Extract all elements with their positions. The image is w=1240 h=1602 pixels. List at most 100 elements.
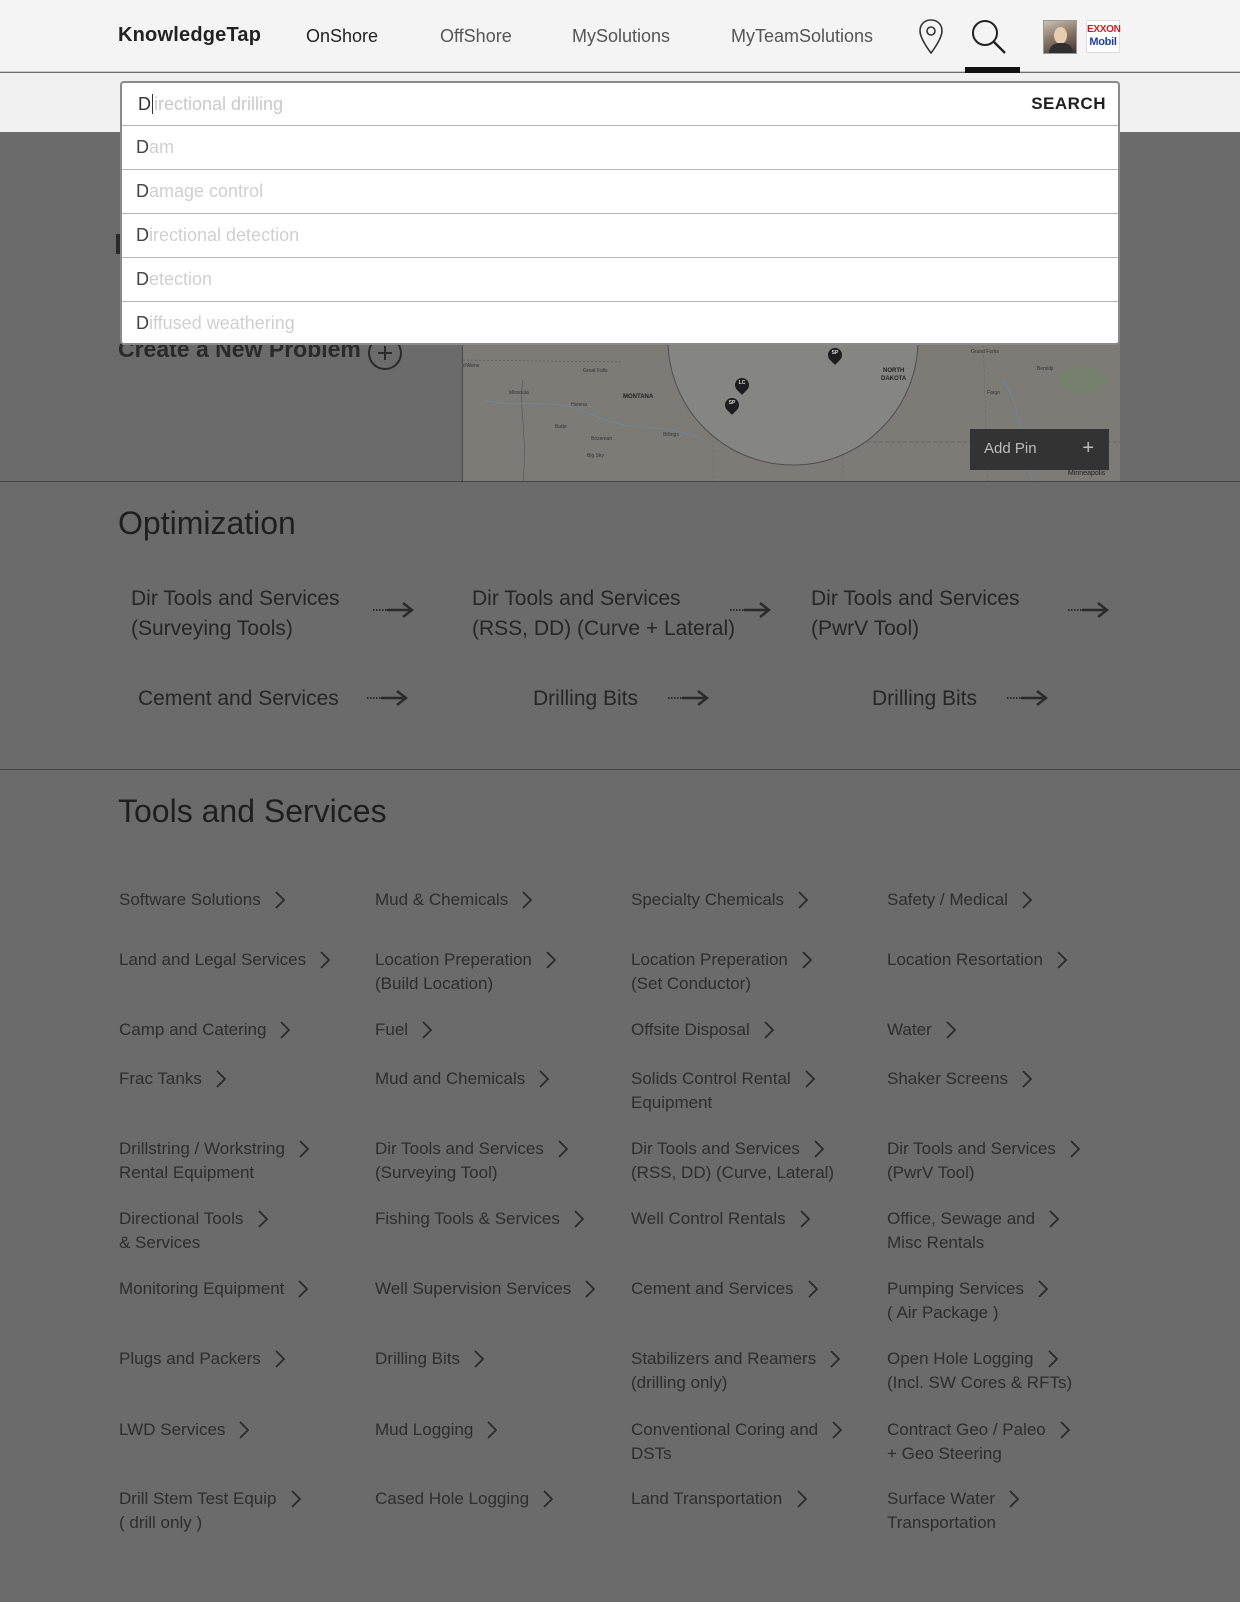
chevron-right-icon[interactable] <box>1047 1350 1058 1368</box>
add-pin-button[interactable]: Add Pin + <box>970 429 1109 470</box>
nav-mysolutions[interactable]: MySolutions <box>572 26 670 47</box>
search-icon[interactable] <box>970 18 1008 61</box>
arrow-right-icon[interactable] <box>1068 601 1110 619</box>
chevron-right-icon[interactable] <box>239 1421 250 1439</box>
tool-service-link[interactable]: Location Preperation (Build Location) <box>375 948 532 996</box>
tool-service-link[interactable]: Land and Legal Services <box>119 948 306 972</box>
chevron-right-icon[interactable] <box>543 1490 554 1508</box>
tool-service-link[interactable]: Dir Tools and Services (PwrV Tool) <box>887 1137 1056 1185</box>
tool-service-link[interactable]: Open Hole Logging (Incl. SW Cores & RFTs) <box>887 1347 1072 1395</box>
chevron-right-icon[interactable] <box>805 1070 815 1088</box>
chevron-right-icon[interactable] <box>832 1421 843 1439</box>
chevron-right-icon[interactable] <box>299 1140 309 1158</box>
chevron-right-icon[interactable] <box>275 1350 285 1368</box>
tool-service-link[interactable]: Surface Water Transportation <box>887 1487 996 1535</box>
tool-service-link[interactable]: Drillstring / Workstring Rental Equipment <box>119 1137 285 1185</box>
chevron-right-icon[interactable] <box>1057 951 1067 969</box>
optimization-link[interactable]: Drilling Bits <box>533 684 638 714</box>
search-button[interactable]: SEARCH <box>1031 94 1106 114</box>
tool-service-link[interactable]: Directional Tools & Services <box>119 1207 243 1255</box>
tool-service-link[interactable]: Conventional Coring and DSTs <box>631 1418 818 1466</box>
chevron-right-icon[interactable] <box>258 1210 268 1228</box>
tool-service-link[interactable]: Dir Tools and Services (RSS, DD) (Curve, … <box>631 1137 834 1185</box>
chevron-right-icon[interactable] <box>291 1490 301 1508</box>
nav-onshore[interactable]: OnShore <box>306 26 378 47</box>
chevron-right-icon[interactable] <box>546 951 556 969</box>
nav-myteamsolutions[interactable]: MyTeamSolutions <box>731 26 873 47</box>
tool-service-link[interactable]: Offsite Disposal <box>631 1018 750 1042</box>
tool-service-link[interactable]: Mud and Chemicals <box>375 1067 525 1091</box>
arrow-right-icon[interactable] <box>367 689 409 707</box>
tool-service-link[interactable]: Dir Tools and Services (Surveying Tool) <box>375 1137 544 1185</box>
tool-service-link[interactable]: Location Preperation (Set Conductor) <box>631 948 788 996</box>
tool-service-link[interactable]: Cased Hole Logging <box>375 1487 529 1511</box>
chevron-right-icon[interactable] <box>814 1140 825 1158</box>
optimization-link[interactable]: Drilling Bits <box>872 684 977 714</box>
chevron-right-icon[interactable] <box>558 1140 569 1158</box>
tool-service-link[interactable]: Contract Geo / Paleo + Geo Steering <box>887 1418 1046 1466</box>
search-input[interactable]: Directional drilling SEARCH <box>122 83 1118 126</box>
chevron-right-icon[interactable] <box>422 1021 433 1039</box>
chevron-right-icon[interactable] <box>574 1210 585 1228</box>
optimization-link[interactable]: Dir Tools and Services (PwrV Tool) <box>811 584 1020 644</box>
tool-service-link[interactable]: Fishing Tools & Services <box>375 1207 560 1231</box>
brand-logo-text[interactable]: KnowledgeTap <box>118 24 261 47</box>
tool-service-link[interactable]: Specialty Chemicals <box>631 888 784 912</box>
optimization-link[interactable]: Dir Tools and Services (RSS, DD) (Curve +… <box>472 584 735 644</box>
map-pin[interactable]: SP <box>722 395 742 416</box>
search-suggestion[interactable]: Dam <box>122 126 1118 170</box>
tool-service-link[interactable]: Drilling Bits <box>375 1347 460 1371</box>
tool-service-link[interactable]: Land Transportation <box>631 1487 782 1511</box>
chevron-right-icon[interactable] <box>1009 1490 1020 1508</box>
location-pin-icon[interactable] <box>918 18 944 61</box>
chevron-right-icon[interactable] <box>1022 891 1032 909</box>
chevron-right-icon[interactable] <box>474 1350 485 1368</box>
chevron-right-icon[interactable] <box>1022 1070 1032 1088</box>
arrow-right-icon[interactable] <box>1007 689 1049 707</box>
tool-service-link[interactable]: Water <box>887 1018 932 1042</box>
chevron-right-icon[interactable] <box>487 1421 498 1439</box>
arrow-right-icon[interactable] <box>730 601 772 619</box>
tool-service-link[interactable]: Solids Control Rental Equipment <box>631 1067 791 1115</box>
nav-offshore[interactable]: OffShore <box>440 26 512 47</box>
chevron-right-icon[interactable] <box>798 891 809 909</box>
chevron-right-icon[interactable] <box>320 951 331 969</box>
tool-service-link[interactable]: Stabilizers and Reamers (drilling only) <box>631 1347 816 1395</box>
tool-service-link[interactable]: Mud & Chemicals <box>375 888 508 912</box>
tool-service-link[interactable]: Office, Sewage and Misc Rentals <box>887 1207 1035 1255</box>
search-suggestion[interactable]: Damage control <box>122 170 1118 214</box>
tool-service-link[interactable]: Drill Stem Test Equip ( drill only ) <box>119 1487 276 1535</box>
search-suggestion[interactable]: Detection <box>122 258 1118 302</box>
search-query[interactable]: Directional drilling <box>138 94 283 115</box>
map-pin[interactable]: LC <box>732 375 752 396</box>
tool-service-link[interactable]: Software Solutions <box>119 888 261 912</box>
tool-service-link[interactable]: Mud Logging <box>375 1418 473 1442</box>
map-pin[interactable]: SP <box>825 345 845 366</box>
chevron-right-icon[interactable] <box>275 891 285 909</box>
tool-service-link[interactable]: Pumping Services ( Air Package ) <box>887 1277 1024 1325</box>
optimization-link[interactable]: Cement and Services <box>138 684 339 714</box>
tool-service-link[interactable]: Well Control Rentals <box>631 1207 786 1231</box>
tool-service-link[interactable]: Fuel <box>375 1018 408 1042</box>
chevron-right-icon[interactable] <box>1049 1210 1060 1228</box>
tool-service-link[interactable]: Well Supervision Services <box>375 1277 571 1301</box>
search-suggestion[interactable]: Diffused weathering <box>122 302 1118 343</box>
tool-service-link[interactable]: Safety / Medical <box>887 888 1008 912</box>
chevron-right-icon[interactable] <box>280 1021 291 1039</box>
avatar[interactable] <box>1043 20 1077 54</box>
arrow-right-icon[interactable] <box>373 601 415 619</box>
tool-service-link[interactable]: Frac Tanks <box>119 1067 202 1091</box>
tool-service-link[interactable]: Cement and Services <box>631 1277 794 1301</box>
chevron-right-icon[interactable] <box>585 1280 596 1298</box>
arrow-right-icon[interactable] <box>668 689 710 707</box>
chevron-right-icon[interactable] <box>1038 1280 1048 1298</box>
chevron-right-icon[interactable] <box>539 1070 550 1088</box>
chevron-right-icon[interactable] <box>946 1021 956 1039</box>
chevron-right-icon[interactable] <box>807 1280 818 1298</box>
tool-service-link[interactable]: Plugs and Packers <box>119 1347 261 1371</box>
tool-service-link[interactable]: Shaker Screens <box>887 1067 1008 1091</box>
tool-service-link[interactable]: Monitoring Equipment <box>119 1277 284 1301</box>
chevron-right-icon[interactable] <box>830 1350 841 1368</box>
chevron-right-icon[interactable] <box>1070 1140 1081 1158</box>
tool-service-link[interactable]: Location Resortation <box>887 948 1043 972</box>
